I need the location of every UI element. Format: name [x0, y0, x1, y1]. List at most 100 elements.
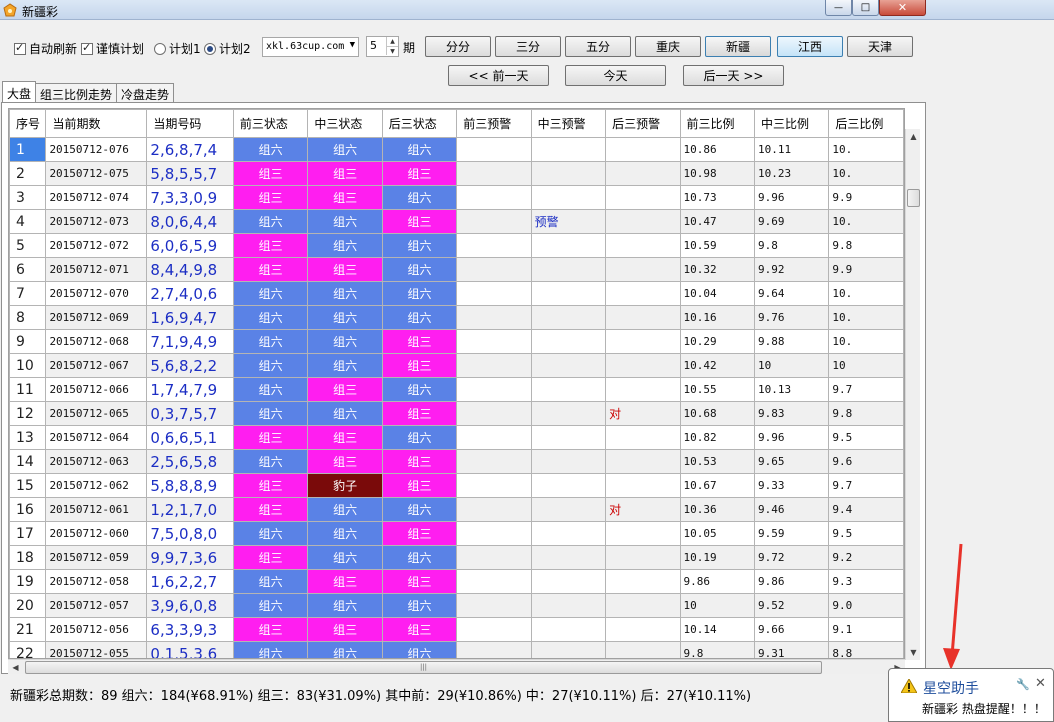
front3-state-cell: 组三	[232, 497, 309, 522]
close-button[interactable]: ✕	[879, 0, 926, 16]
back3-warn-cell	[605, 137, 681, 162]
tab-cold-trend[interactable]: 冷盘走势	[116, 83, 175, 102]
column-header[interactable]: 中三比例	[753, 109, 830, 138]
scroll-thumb[interactable]: |||	[25, 661, 822, 674]
back3-warn-cell	[605, 641, 681, 658]
back3-ratio-cell: 10.	[828, 281, 904, 306]
front3-ratio-cell: 10.19	[679, 545, 755, 570]
scroll-thumb[interactable]	[907, 189, 920, 207]
table-row[interactable]: 13 20150712-064 0,6,6,5,1 组三 组三 组六 10.82 9.96 9.…	[9, 425, 904, 450]
column-header[interactable]: 当前期数	[45, 109, 148, 138]
front3-state-cell: 组三	[232, 545, 309, 570]
table-row[interactable]: 22 20150712-055 0,1,5,3,6 组六 组六 组六 9.8 9.31 8.8	[9, 641, 904, 658]
column-header[interactable]: 后三预警	[605, 109, 681, 138]
scroll-left-icon[interactable]: ◀	[8, 660, 23, 675]
mid3-ratio-cell: 9.31	[753, 641, 830, 658]
region-button-xinjiang[interactable]: 新疆	[705, 36, 771, 57]
table-row[interactable]: 1 20150712-076 2,6,8,7,4 组六 组六 组六 10.86 10.11 10…	[9, 137, 904, 162]
period-cell: 20150712-071	[45, 257, 148, 282]
front3-warn-cell	[456, 401, 532, 426]
cautious-plan-checkbox[interactable]: 谨慎计划	[81, 40, 144, 57]
table-row[interactable]: 21 20150712-056 6,3,3,9,3 组三 组三 组三 10.14 9.66 9.…	[9, 617, 904, 642]
mid3-ratio-cell: 9.86	[753, 569, 830, 594]
period-cell: 20150712-055	[45, 641, 148, 658]
seq-cell: 16	[9, 497, 47, 522]
table-row[interactable]: 19 20150712-058 1,6,2,2,7 组六 组三 组三 9.86 9.86 9.3	[9, 569, 904, 594]
region-button-chongqing[interactable]: 重庆	[635, 36, 701, 57]
stepper-down-icon[interactable]: ▼	[386, 46, 398, 55]
column-header[interactable]: 前三比例	[679, 109, 755, 138]
back3-state-cell: 组三	[381, 521, 458, 546]
notification-title: 星空助手	[923, 681, 979, 697]
minimize-button[interactable]: —	[825, 0, 852, 16]
notification-popup[interactable]: 星空助手 🔧 ✕ 新疆彩 热盘提醒！！！	[888, 668, 1054, 722]
code-cell: 2,6,8,7,4	[146, 137, 234, 162]
column-header[interactable]: 当期号码	[146, 109, 234, 138]
table-row[interactable]: 17 20150712-060 7,5,0,8,0 组六 组六 组三 10.05 9.59 9.…	[9, 521, 904, 546]
table-row[interactable]: 4 20150712-073 8,0,6,4,4 组六 组六 组三 预警 10.47 9.69 1…	[9, 209, 904, 234]
column-header[interactable]: 中三预警	[530, 109, 607, 138]
tab-market[interactable]: 大盘	[2, 81, 37, 102]
column-header[interactable]: 前三预警	[456, 109, 532, 138]
periods-stepper[interactable]: 5 ▲ ▼	[366, 36, 399, 57]
maximize-button[interactable]: □	[852, 0, 879, 16]
table-row[interactable]: 15 20150712-062 5,8,8,8,9 组三 豹子 组三 10.67 9.33 9.…	[9, 473, 904, 498]
table-row[interactable]: 3 20150712-074 7,3,3,0,9 组三 组三 组六 10.73 9.96 9.9	[9, 185, 904, 210]
column-header[interactable]: 后三比例	[828, 109, 904, 138]
column-header[interactable]: 后三状态	[381, 109, 458, 138]
next-day-button[interactable]: 后一天 >>	[683, 65, 784, 86]
tab-group3-ratio-trend[interactable]: 组三比例走势	[35, 83, 118, 102]
wrench-icon[interactable]: 🔧	[1016, 678, 1030, 691]
plan1-radio[interactable]: 计划1	[154, 40, 201, 57]
column-header[interactable]: 序号	[9, 109, 47, 138]
back3-ratio-cell: 9.4	[828, 497, 904, 522]
table-row[interactable]: 8 20150712-069 1,6,9,4,7 组六 组六 组六 10.16 9.76 10.	[9, 305, 904, 330]
table-row[interactable]: 18 20150712-059 9,9,7,3,6 组三 组六 组六 10.19 9.72 9.…	[9, 545, 904, 570]
mid3-warn-cell	[530, 449, 607, 474]
stepper-up-icon[interactable]: ▲	[386, 37, 398, 46]
code-cell: 0,3,7,5,7	[146, 401, 234, 426]
table-row[interactable]: 5 20150712-072 6,0,6,5,9 组三 组六 组六 10.59 9.8 9.8	[9, 233, 904, 258]
scroll-down-icon[interactable]: ▼	[906, 645, 921, 660]
period-cell: 20150712-062	[45, 473, 148, 498]
back3-warn-cell	[605, 161, 681, 186]
table-row[interactable]: 14 20150712-063 2,5,6,5,8 组六 组三 组三 10.53 9.65 9.…	[9, 449, 904, 474]
table-row[interactable]: 12 20150712-065 0,3,7,5,7 组六 组六 组三对 10.68 9.83 9…	[9, 401, 904, 426]
today-button[interactable]: 今天	[565, 65, 666, 86]
notification-close-icon[interactable]: ✕	[1035, 676, 1046, 691]
auto-refresh-checkbox[interactable]: 自动刷新	[14, 40, 77, 57]
table-row[interactable]: 6 20150712-071 8,4,4,9,8 组三 组三 组六 10.32 9.92 9.9	[9, 257, 904, 282]
plan2-radio[interactable]: 计划2	[204, 40, 251, 57]
source-select[interactable]: xkl.63cup.com ▼	[262, 37, 359, 57]
back3-ratio-cell: 9.5	[828, 521, 904, 546]
mid3-ratio-cell: 10.13	[753, 377, 830, 402]
column-header[interactable]: 中三状态	[307, 109, 383, 138]
region-button-tianjin[interactable]: 天津	[847, 36, 913, 57]
mid3-state-cell: 组六	[307, 281, 383, 306]
table-row[interactable]: 16 20150712-061 1,2,1,7,0 组三 组六 组六对 10.36 9.46 9…	[9, 497, 904, 522]
interval-button-3min[interactable]: 三分	[495, 36, 561, 57]
table-row[interactable]: 9 20150712-068 7,1,9,4,9 组六 组六 组三 10.29 9.88 10.	[9, 329, 904, 354]
back3-state-cell: 组六	[381, 497, 458, 522]
column-header[interactable]: 前三状态	[232, 109, 309, 138]
period-cell: 20150712-066	[45, 377, 148, 402]
vertical-scrollbar[interactable]: ▲ ▼	[905, 129, 920, 660]
front3-warn-cell	[456, 137, 532, 162]
interval-button-5min[interactable]: 五分	[565, 36, 631, 57]
mid3-state-cell: 组六	[307, 305, 383, 330]
table-row[interactable]: 2 20150712-075 5,8,5,5,7 组三 组三 组三 10.98 10.23 10…	[9, 161, 904, 186]
interval-button-1min[interactable]: 分分	[425, 36, 491, 57]
table-row[interactable]: 7 20150712-070 2,7,4,0,6 组六 组六 组六 10.04 9.64 10.	[9, 281, 904, 306]
horizontal-scrollbar[interactable]: ◀ ||| ▶	[8, 659, 905, 674]
region-button-jiangxi[interactable]: 江西	[777, 36, 843, 57]
prev-day-button[interactable]: << 前一天	[448, 65, 549, 86]
table-row[interactable]: 10 20150712-067 5,6,8,2,2 组六 组六 组三 10.42 10 10	[9, 353, 904, 378]
scroll-up-icon[interactable]: ▲	[906, 129, 921, 144]
table-row[interactable]: 20 20150712-057 3,9,6,0,8 组六 组六 组六 10 9.52 9.0	[9, 593, 904, 618]
table-row[interactable]: 11 20150712-066 1,7,4,7,9 组六 组三 组六 10.55 10.13 9…	[9, 377, 904, 402]
mid3-warn-cell	[530, 305, 607, 330]
front3-ratio-cell: 10.67	[679, 473, 755, 498]
front3-state-cell: 组三	[232, 617, 309, 642]
client-area: 自动刷新 谨慎计划 计划1 计划2 xkl.63cup.com ▼ 5 ▲ ▼ …	[0, 20, 1054, 722]
back3-state-cell: 组六	[381, 233, 458, 258]
